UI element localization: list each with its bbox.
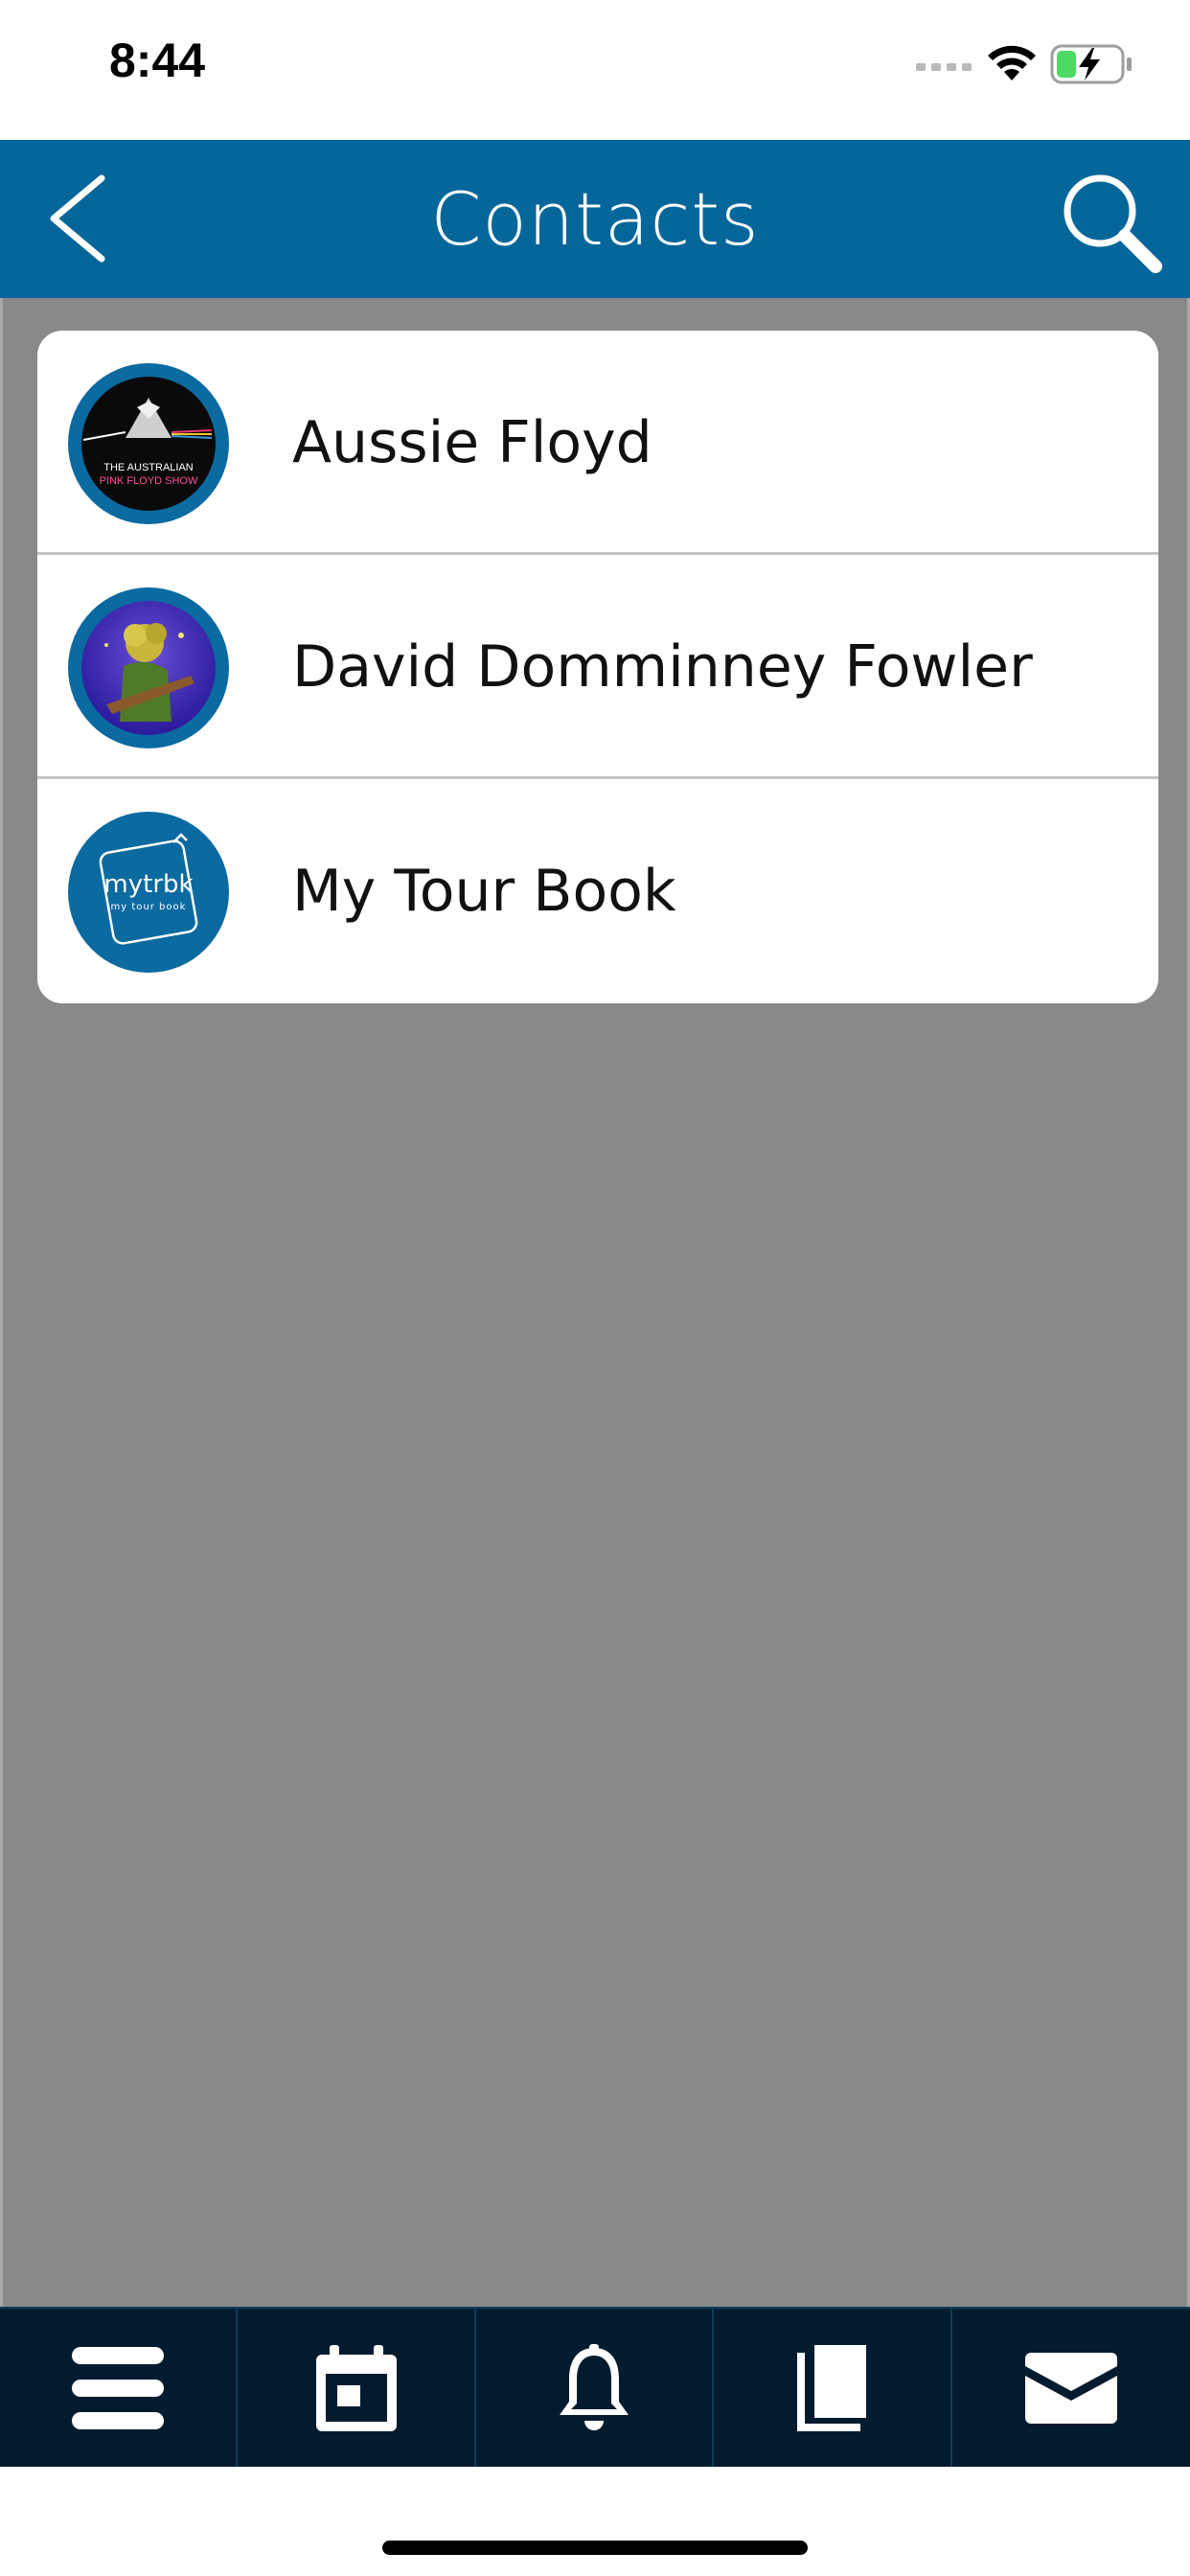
mytrbk-logo-icon: mytrbk my tour book	[81, 825, 216, 959]
contact-list: THE AUSTRALIAN PINK FLOYD SHOW Aussie Fl…	[37, 331, 1158, 1003]
home-indicator[interactable]	[382, 2541, 808, 2555]
avatar-caption-line1: mytrbk	[103, 870, 193, 899]
book-icon	[797, 2344, 867, 2431]
home-indicator-area	[0, 2467, 1190, 2576]
battery-charging-icon	[1050, 44, 1132, 84]
avatar-caption-line1: THE AUSTRALIAN	[103, 462, 194, 473]
cellular-signal-icon	[916, 63, 972, 71]
contact-name: David Domminney Fowler	[292, 633, 1033, 701]
menu-icon	[72, 2346, 165, 2429]
tab-menu[interactable]	[0, 2309, 239, 2467]
tab-calendar[interactable]	[238, 2309, 476, 2467]
avatar	[68, 587, 229, 748]
avatar: THE AUSTRALIAN PINK FLOYD SHOW	[68, 363, 229, 524]
contact-name: My Tour Book	[292, 858, 676, 925]
navigation-bar: Contacts	[0, 140, 1190, 298]
avatar: mytrbk my tour book	[68, 812, 229, 973]
tab-book[interactable]	[714, 2309, 952, 2467]
bell-icon	[559, 2343, 629, 2430]
search-button[interactable]	[1054, 167, 1165, 278]
contact-row-david-domminney-fowler[interactable]: David Domminney Fowler	[37, 555, 1158, 779]
avatar-caption-line2: my tour book	[111, 902, 187, 912]
tab-bar	[0, 2307, 1190, 2467]
mail-icon	[1024, 2352, 1117, 2424]
status-time: 8:44	[109, 34, 206, 87]
contact-name: Aussie Floyd	[292, 409, 652, 476]
wifi-icon	[988, 45, 1036, 80]
contact-row-aussie-floyd[interactable]: THE AUSTRALIAN PINK FLOYD SHOW Aussie Fl…	[37, 331, 1158, 555]
tab-notifications[interactable]	[476, 2309, 715, 2467]
calendar-icon	[315, 2344, 397, 2431]
pink-floyd-logo-icon: THE AUSTRALIAN PINK FLOYD SHOW	[81, 377, 216, 511]
guitarist-photo-icon	[81, 601, 216, 735]
contact-row-my-tour-book[interactable]: mytrbk my tour book My Tour Book	[37, 779, 1158, 1003]
avatar-caption-line2: PINK FLOYD SHOW	[100, 475, 198, 487]
tab-messages[interactable]	[952, 2309, 1190, 2467]
back-button[interactable]	[38, 169, 125, 269]
content-area: THE AUSTRALIAN PINK FLOYD SHOW Aussie Fl…	[0, 298, 1190, 2307]
page-title: Contacts	[430, 176, 760, 262]
status-bar: 8:44	[0, 0, 1190, 140]
